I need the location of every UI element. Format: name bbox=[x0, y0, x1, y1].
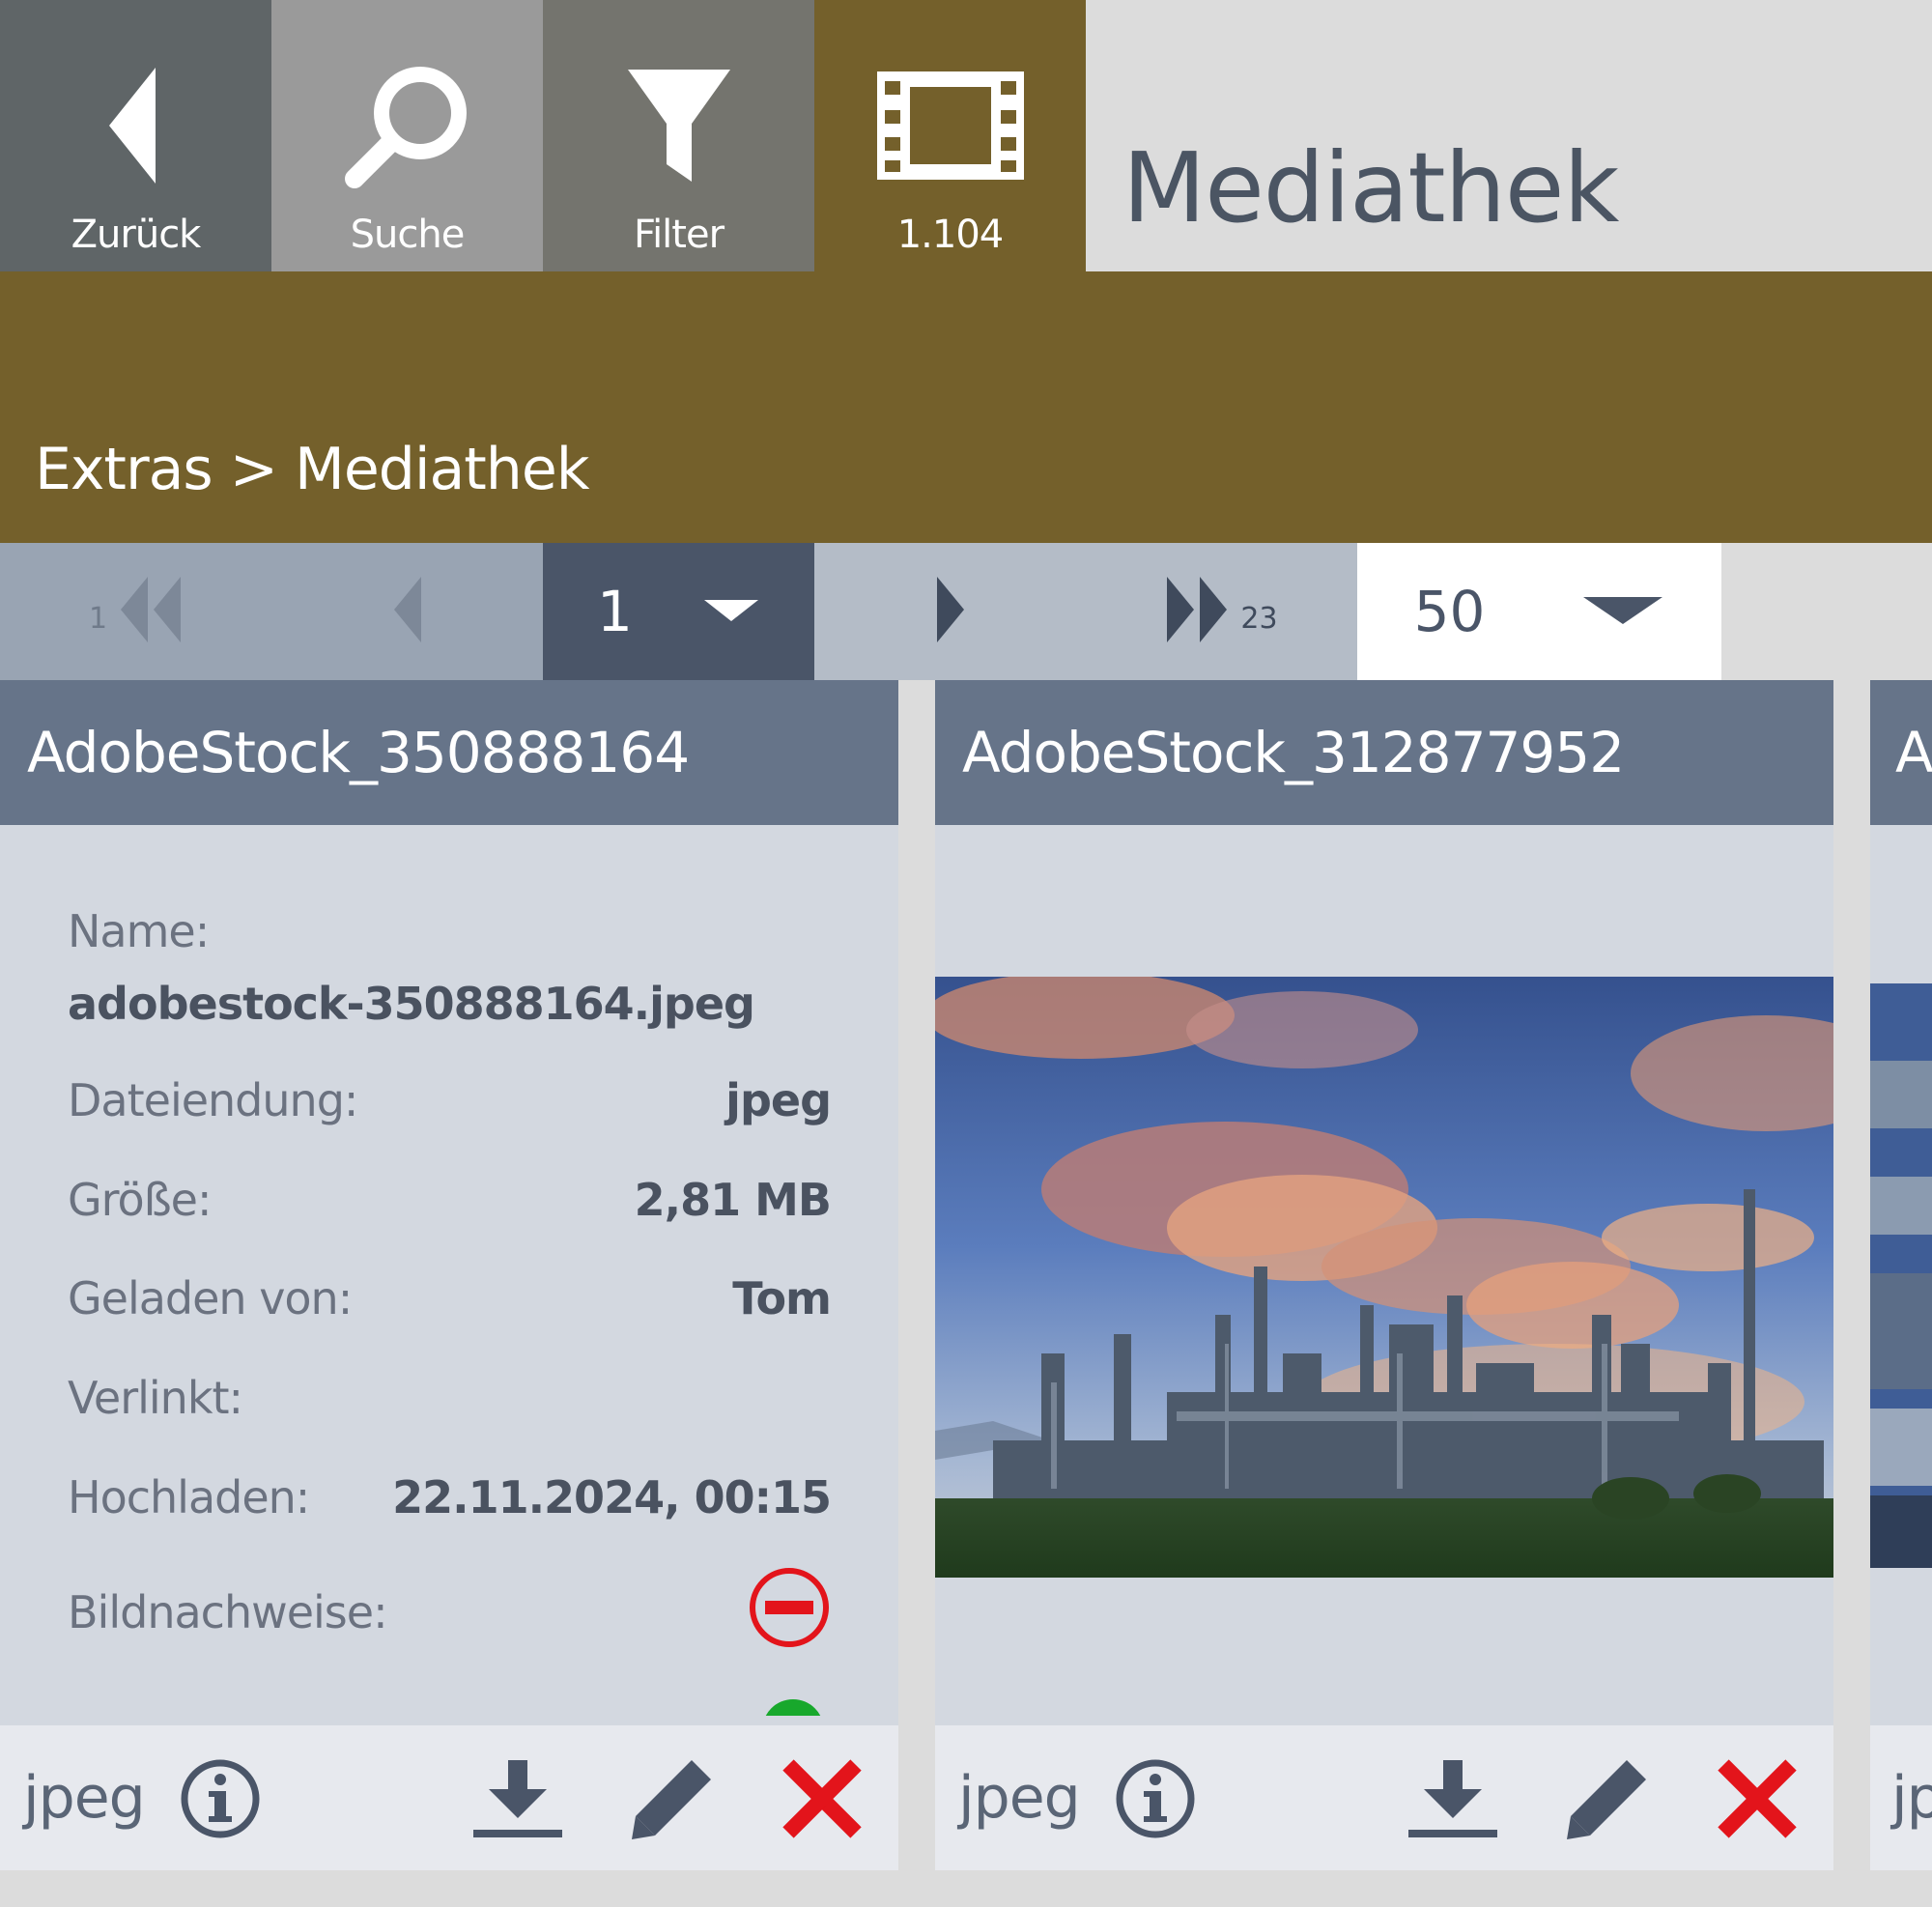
info-icon[interactable] bbox=[1115, 1759, 1196, 1838]
credits-label: Bildnachweise: bbox=[68, 1586, 388, 1638]
file-name: adobestock-350888164.jpeg bbox=[68, 978, 755, 1030]
filter-funnel-icon bbox=[543, 58, 814, 193]
chevron-left-icon bbox=[392, 575, 423, 648]
page-size-value: 50 bbox=[1413, 579, 1486, 644]
search-icon bbox=[271, 58, 543, 193]
media-card[interactable]: A jp bbox=[1870, 680, 1932, 1870]
double-chevron-right-icon bbox=[1165, 575, 1229, 648]
search-label: Suche bbox=[350, 213, 466, 257]
card-title: AdobeStock_312877952 bbox=[935, 680, 1833, 825]
name-label: Name: bbox=[68, 905, 210, 957]
uploader-value: Tom bbox=[732, 1272, 832, 1324]
card-title: AdobeStock_350888164 bbox=[0, 680, 898, 825]
upload-date-label: Hochladen: bbox=[68, 1471, 310, 1523]
filter-button[interactable]: Filter bbox=[543, 0, 814, 271]
media-card[interactable]: AdobeStock_312877952 jpeg bbox=[935, 680, 1833, 1870]
name-row: Name: bbox=[68, 902, 831, 960]
card-footer: jp bbox=[1870, 1725, 1932, 1870]
first-page-number: 1 bbox=[88, 601, 108, 636]
extension-row: Dateiendung: jpeg bbox=[68, 1071, 832, 1129]
extension-value: jpeg bbox=[725, 1074, 832, 1126]
card-footer: jpeg bbox=[935, 1725, 1833, 1870]
media-thumbnail[interactable] bbox=[935, 977, 1833, 1578]
double-chevron-left-icon bbox=[119, 575, 183, 648]
back-arrow-icon bbox=[0, 58, 271, 193]
first-page-button[interactable]: 1 bbox=[0, 543, 271, 680]
media-card[interactable]: AdobeStock_350888164 Name: adobestock-35… bbox=[0, 680, 898, 1870]
back-label: Zurück bbox=[71, 213, 202, 257]
file-type-label: jpeg bbox=[958, 1764, 1081, 1832]
media-thumbnail[interactable] bbox=[1870, 983, 1932, 1568]
size-row: Größe: 2,81 MB bbox=[68, 1171, 832, 1229]
breadcrumb-bar: Extras > Mediathek bbox=[0, 271, 1932, 543]
size-value: 2,81 MB bbox=[634, 1174, 832, 1226]
delete-icon[interactable] bbox=[781, 1759, 864, 1838]
chevron-down-icon bbox=[702, 596, 760, 627]
media-count-button[interactable]: 1.104 bbox=[814, 0, 1086, 271]
pagination: 1 1 23 50 bbox=[0, 543, 1932, 680]
film-icon bbox=[814, 58, 1086, 193]
status-icon-partial bbox=[759, 1696, 827, 1716]
download-icon[interactable] bbox=[1406, 1760, 1499, 1837]
download-icon[interactable] bbox=[471, 1760, 564, 1837]
delete-icon[interactable] bbox=[1716, 1759, 1799, 1838]
last-page-button[interactable]: 23 bbox=[1086, 543, 1357, 680]
uploader-label: Geladen von: bbox=[68, 1272, 353, 1324]
breadcrumb[interactable]: Extras > Mediathek bbox=[35, 431, 589, 508]
chevron-right-icon bbox=[935, 575, 966, 648]
file-type-label: jp bbox=[1891, 1764, 1932, 1832]
credits-row: Bildnachweise: bbox=[68, 1568, 831, 1647]
info-icon[interactable] bbox=[180, 1759, 261, 1838]
file-type-label: jpeg bbox=[23, 1764, 146, 1832]
size-label: Größe: bbox=[68, 1174, 212, 1226]
toolbar: Zurück Suche Filter 1.104 Mediathek bbox=[0, 0, 1932, 271]
card-footer: jpeg bbox=[0, 1725, 898, 1870]
upload-date-value: 22.11.2024, 00:15 bbox=[392, 1471, 832, 1523]
current-page: 1 bbox=[597, 579, 633, 644]
back-button[interactable]: Zurück bbox=[0, 0, 271, 271]
linked-label: Verlinkt: bbox=[68, 1372, 243, 1424]
chevron-down-icon bbox=[1581, 593, 1664, 630]
edit-pencil-icon[interactable] bbox=[1565, 1760, 1650, 1839]
linked-row: Verlinkt: bbox=[68, 1369, 831, 1427]
page-size-select[interactable]: 50 bbox=[1357, 543, 1721, 680]
last-page-number: 23 bbox=[1240, 601, 1278, 636]
prev-page-button[interactable] bbox=[271, 543, 543, 680]
page-select[interactable]: 1 bbox=[543, 543, 814, 680]
filter-label: Filter bbox=[633, 213, 724, 257]
upload-date-row: Hochladen: 22.11.2024, 00:15 bbox=[68, 1468, 832, 1526]
no-credits-icon[interactable] bbox=[748, 1566, 831, 1663]
search-button[interactable]: Suche bbox=[271, 0, 543, 271]
next-page-button[interactable] bbox=[814, 543, 1086, 680]
page-title: Mediathek bbox=[1122, 131, 1619, 244]
edit-pencil-icon[interactable] bbox=[630, 1760, 715, 1839]
extension-label: Dateiendung: bbox=[68, 1074, 358, 1126]
card-title: A bbox=[1870, 680, 1932, 825]
media-count-label: 1.104 bbox=[896, 213, 1005, 257]
uploader-row: Geladen von: Tom bbox=[68, 1269, 832, 1327]
